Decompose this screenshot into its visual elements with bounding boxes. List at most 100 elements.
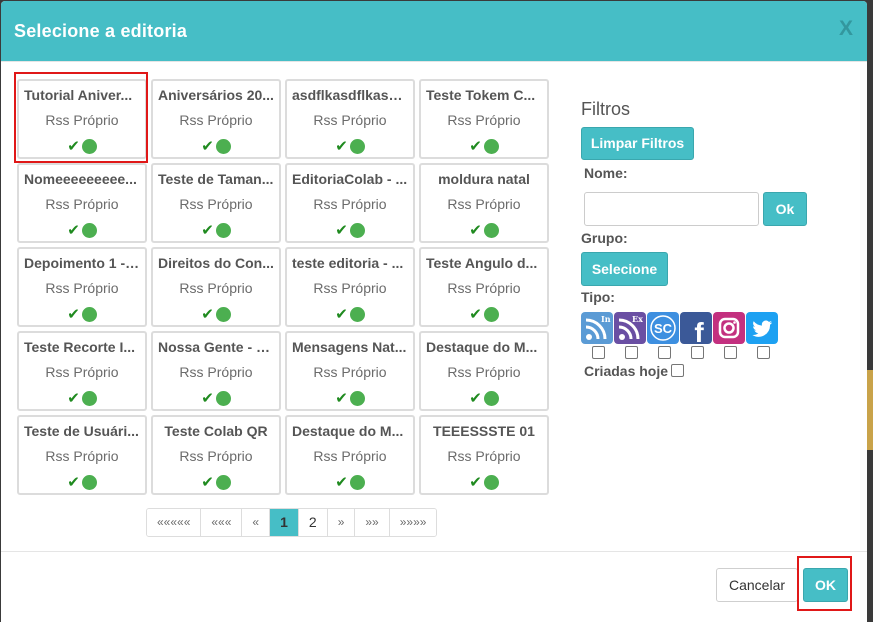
active-status-dot-icon [349, 306, 365, 322]
card-title: Teste de Taman... [158, 171, 274, 187]
rss-ex-icon[interactable]: Ex [614, 312, 646, 344]
card-status: ✔ [421, 305, 547, 323]
type-twitter-checkbox[interactable] [757, 346, 770, 359]
type-rss-ex-checkbox[interactable] [625, 346, 638, 359]
editoria-card[interactable]: Destaque do M... Rss Próprio ✔ [285, 415, 415, 495]
cancel-button[interactable]: Cancelar [716, 568, 798, 602]
card-status: ✔ [153, 221, 279, 239]
card-title: Direitos do Con... [158, 255, 274, 271]
editoria-card[interactable]: Teste Angulo d... Rss Próprio ✔ [419, 247, 549, 327]
card-subtitle: Rss Próprio [313, 280, 387, 296]
editoria-card[interactable]: asdflkasdflkasd... Rss Próprio ✔ [285, 79, 415, 159]
card-subtitle: Rss Próprio [45, 448, 119, 464]
editoria-card[interactable]: Teste de Usuári... Rss Próprio ✔ [17, 415, 147, 495]
editoria-card[interactable]: Teste Colab QR Rss Próprio ✔ [151, 415, 281, 495]
check-icon: ✔ [201, 306, 214, 323]
check-icon: ✔ [469, 474, 482, 491]
card-subtitle: Rss Próprio [179, 364, 253, 380]
page-last-button[interactable]: »»»» [389, 509, 437, 536]
type-label: Tipo: [581, 289, 615, 305]
card-status: ✔ [19, 305, 145, 323]
card-title: Teste Tokem C... [426, 87, 536, 103]
card-subtitle: Rss Próprio [179, 196, 253, 212]
clear-filters-button[interactable]: Limpar Filtros [581, 127, 694, 160]
card-status: ✔ [19, 389, 145, 407]
editoria-card[interactable]: EditoriaColab - ... Rss Próprio ✔ [285, 163, 415, 243]
selection-highlight [14, 72, 148, 163]
card-status: ✔ [421, 137, 547, 155]
page-1-button[interactable]: 1 [270, 509, 299, 536]
check-icon: ✔ [469, 138, 482, 155]
check-icon: ✔ [335, 306, 348, 323]
check-icon: ✔ [469, 306, 482, 323]
card-title: Teste Colab QR [164, 423, 268, 439]
card-title: moldura natal [438, 171, 530, 187]
soundcloud-sc-icon[interactable]: SC [647, 312, 679, 344]
editoria-card[interactable]: moldura natal Rss Próprio ✔ [419, 163, 549, 243]
editoria-card[interactable]: Mensagens Nat... Rss Próprio ✔ [285, 331, 415, 411]
active-status-dot-icon [215, 306, 231, 322]
active-status-dot-icon [349, 474, 365, 490]
close-button[interactable]: X [839, 17, 853, 41]
check-icon: ✔ [67, 306, 80, 323]
type-icons: In Ex SC f [581, 312, 781, 346]
check-icon: ✔ [335, 390, 348, 407]
type-sc-checkbox[interactable] [658, 346, 671, 359]
active-status-dot-icon [81, 474, 97, 490]
card-title: TEEESSSTE 01 [433, 423, 535, 439]
card-title: Aniversários 20... [158, 87, 274, 103]
type-facebook-checkbox[interactable] [691, 346, 704, 359]
active-status-dot-icon [215, 138, 231, 154]
card-status: ✔ [287, 305, 413, 323]
check-icon: ✔ [335, 138, 348, 155]
card-subtitle: Rss Próprio [447, 448, 521, 464]
active-status-dot-icon [81, 306, 97, 322]
editoria-card[interactable]: Destaque do M... Rss Próprio ✔ [419, 331, 549, 411]
editoria-card[interactable]: teste editoria - ... Rss Próprio ✔ [285, 247, 415, 327]
page-prev-button[interactable]: « [242, 509, 271, 536]
card-title: Teste Recorte I... [24, 339, 136, 355]
editoria-card[interactable]: Teste de Taman... Rss Próprio ✔ [151, 163, 281, 243]
active-status-dot-icon [483, 306, 499, 322]
footer-divider [1, 551, 867, 552]
rss-in-icon[interactable]: In [581, 312, 613, 344]
editoria-card[interactable]: Nomeeeeeeeee... Rss Próprio ✔ [17, 163, 147, 243]
type-instagram-checkbox[interactable] [724, 346, 737, 359]
editoria-card[interactable]: Teste Tokem C... Rss Próprio ✔ [419, 79, 549, 159]
type-rss-in-checkbox[interactable] [592, 346, 605, 359]
card-subtitle: Rss Próprio [179, 112, 253, 128]
facebook-icon[interactable]: f [680, 312, 712, 344]
page-next-many-button[interactable]: »» [355, 509, 390, 536]
card-title: Teste de Usuári... [24, 423, 139, 439]
instagram-icon[interactable] [713, 312, 745, 344]
active-status-dot-icon [349, 222, 365, 238]
editoria-card[interactable]: Teste Recorte I... Rss Próprio ✔ [17, 331, 147, 411]
card-status: ✔ [153, 389, 279, 407]
page-prev-many-button[interactable]: ««« [201, 509, 243, 536]
editoria-card[interactable]: Depoimento 1 - ... Rss Próprio ✔ [17, 247, 147, 327]
card-status: ✔ [153, 137, 279, 155]
ok-highlight [797, 556, 852, 611]
created-today-checkbox[interactable] [671, 364, 684, 377]
group-select-button[interactable]: Selecione [581, 252, 668, 286]
page-next-button[interactable]: » [327, 509, 356, 536]
editoria-card[interactable]: Nossa Gente - F... Rss Próprio ✔ [151, 331, 281, 411]
page-first-button[interactable]: ««««« [147, 509, 202, 536]
name-ok-button[interactable]: Ok [763, 192, 807, 226]
editoria-card[interactable]: TEEESSSTE 01 Rss Próprio ✔ [419, 415, 549, 495]
active-status-dot-icon [349, 138, 365, 154]
card-status: ✔ [421, 221, 547, 239]
card-subtitle: Rss Próprio [447, 280, 521, 296]
editoria-card[interactable]: Direitos do Con... Rss Próprio ✔ [151, 247, 281, 327]
card-title: Teste Angulo d... [426, 255, 538, 271]
sc-badge: SC [654, 321, 673, 336]
facebook-badge: f [694, 317, 704, 344]
card-status: ✔ [153, 473, 279, 491]
twitter-icon[interactable] [746, 312, 778, 344]
modal-header: Selecione a editoria X [1, 1, 867, 62]
name-filter-input[interactable] [584, 192, 759, 226]
check-icon: ✔ [335, 222, 348, 239]
editoria-card[interactable]: Aniversários 20... Rss Próprio ✔ [151, 79, 281, 159]
page-2-button[interactable]: 2 [298, 509, 328, 536]
name-label: Nome: [584, 165, 628, 181]
